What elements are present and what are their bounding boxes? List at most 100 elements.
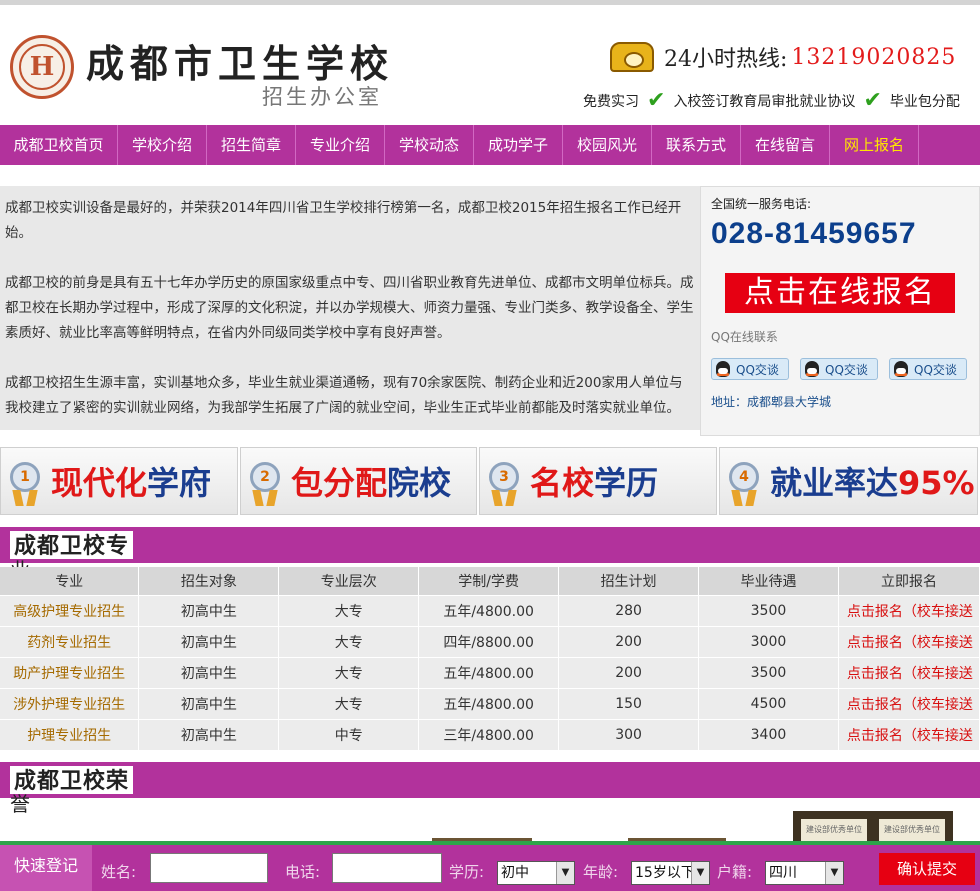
nav-item-alumni[interactable]: 成功学子 (474, 125, 563, 165)
name-input[interactable] (150, 853, 268, 883)
table-cell: 280 (558, 594, 700, 626)
qq-contact-label: QQ在线联系 (711, 330, 778, 344)
table-cell: 3500 (698, 656, 839, 688)
chevron-down-icon: ▼ (825, 862, 843, 884)
qq-chat-button[interactable]: QQ交谈 (800, 358, 878, 380)
table-cell: 五年/4800.00 (418, 687, 560, 719)
column-header: 专业层次 (278, 567, 420, 595)
origin-label: 户籍: (717, 863, 753, 881)
qq-chat-label: QQ交谈 (736, 362, 779, 377)
feature-banners: 1 现代化学府 2 包分配院校 3 名校学历 4 就业率达95% (0, 447, 980, 515)
check-icon: ✔ (863, 88, 882, 113)
column-header: 毕业待遇 (698, 567, 839, 595)
service-phone-label: 全国统一服务电话: (711, 197, 812, 211)
feature-list: 免费实习 ✔ 入校签订教育局审批就业协议 ✔ 毕业包分配 (583, 88, 960, 113)
nav-item-campus[interactable]: 校园风光 (563, 125, 652, 165)
header: H 成都市卫生学校 招生办公室 24小时热线: 13219020825 免费实习… (0, 5, 980, 125)
table-row: 高级护理专业招生 初高中生 大专 五年/4800.00 280 3500 点击报… (0, 594, 980, 626)
phone-input[interactable] (332, 853, 442, 883)
table-cell: 中专 (278, 718, 420, 750)
signup-link[interactable]: 点击报名（校车接送 (838, 594, 980, 626)
submit-button[interactable]: 确认提交 (879, 853, 975, 885)
table-cell: 200 (558, 656, 700, 688)
signup-link[interactable]: 点击报名（校车接送 (838, 625, 980, 657)
nav-item-home[interactable]: 成都卫校首页 (0, 125, 118, 165)
qq-chat-label: QQ交谈 (825, 362, 868, 377)
column-header: 专业 (0, 567, 140, 595)
signup-link[interactable]: 点击报名（校车接送 (838, 687, 980, 719)
table-cell: 大专 (278, 656, 420, 688)
table-row: 护理专业招生 初高中生 中专 三年/4800.00 300 3400 点击报名（… (0, 718, 980, 750)
major-link[interactable]: 药剂专业招生 (0, 625, 140, 657)
banner-text: 包分配院校 (291, 464, 452, 502)
nav-item-online-signup[interactable]: 网上报名 (830, 125, 919, 165)
banner-text: 就业率达95% (770, 464, 975, 502)
nav-item-majors[interactable]: 专业介绍 (296, 125, 385, 165)
age-value: 15岁以下 (635, 865, 695, 881)
signup-link[interactable]: 点击报名（校车接送 (838, 656, 980, 688)
table-header-row: 专业 招生对象 专业层次 学制/学费 招生计划 毕业待遇 立即报名 (0, 567, 980, 595)
table-cell: 初高中生 (138, 656, 280, 688)
nav-item-news[interactable]: 学校动态 (385, 125, 474, 165)
feature-banner: 3 名校学历 (479, 447, 717, 515)
age-label: 年龄: (583, 863, 619, 881)
nav-item-admissions[interactable]: 招生简章 (207, 125, 296, 165)
table-cell: 300 (558, 718, 700, 750)
major-link[interactable]: 高级护理专业招生 (0, 594, 140, 626)
banner-text: 现代化学府 (51, 464, 212, 502)
table-cell: 四年/8800.00 (418, 625, 560, 657)
school-logo[interactable]: H (10, 35, 74, 99)
medal-icon: 3 (486, 456, 522, 506)
major-link[interactable]: 助产护理专业招生 (0, 656, 140, 688)
table-cell: 3500 (698, 594, 839, 626)
table-cell: 大专 (278, 594, 420, 626)
table-cell: 150 (558, 687, 700, 719)
service-phone: 028-81459657 (711, 217, 917, 250)
name-label: 姓名: (101, 863, 137, 881)
feature-banner: 2 包分配院校 (240, 447, 477, 515)
table-cell: 三年/4800.00 (418, 718, 560, 750)
education-select[interactable]: 初中 ▼ (497, 861, 575, 885)
intro-paragraph: 成都卫校的前身是具有五十七年办学历史的原国家级重点中专、四川省职业教育先进单位、… (5, 275, 694, 341)
table-cell: 初高中生 (138, 718, 280, 750)
qq-penguin-icon (894, 361, 908, 377)
nav-item-contact[interactable]: 联系方式 (652, 125, 741, 165)
hotline-label: 24小时热线: (664, 47, 788, 72)
qq-penguin-icon (805, 361, 819, 377)
column-header: 招生计划 (558, 567, 700, 595)
chevron-down-icon: ▼ (556, 862, 574, 884)
honor-title-overflow: 誉 (10, 792, 30, 816)
certificate-card: 建设部优秀单位 (879, 819, 945, 841)
table-cell: 初高中生 (138, 687, 280, 719)
phone-label: 电话: (285, 863, 321, 881)
contact-sidebar: 全国统一服务电话: 028-81459657 点击在线报名 QQ在线联系 QQ交… (700, 186, 980, 436)
table-row: 药剂专业招生 初高中生 大专 四年/8800.00 200 3000 点击报名（… (0, 625, 980, 657)
site-subtitle: 招生办公室 (262, 85, 382, 109)
qq-penguin-icon (716, 361, 730, 377)
quick-register-title: 快速登记 (0, 845, 92, 891)
majors-section-bar: 成都卫校专 (0, 527, 980, 563)
table-cell: 五年/4800.00 (418, 594, 560, 626)
table-cell: 初高中生 (138, 594, 280, 626)
major-link[interactable]: 护理专业招生 (0, 718, 140, 750)
online-signup-button[interactable]: 点击在线报名 (725, 273, 955, 313)
qq-chat-button[interactable]: QQ交谈 (711, 358, 789, 380)
nav-item-about[interactable]: 学校介绍 (118, 125, 207, 165)
feature-item: 入校签订教育局审批就业协议 (673, 94, 856, 110)
intro-paragraph: 成都卫校实训设备是最好的，并荣获2014年四川省卫生学校排行榜第一名，成都卫校2… (5, 200, 682, 241)
main-nav: 成都卫校首页 学校介绍 招生简章 专业介绍 学校动态 成功学子 校园风光 联系方… (0, 125, 980, 165)
table-cell: 3000 (698, 625, 839, 657)
table-row: 涉外护理专业招生 初高中生 大专 五年/4800.00 150 4500 点击报… (0, 687, 980, 719)
intro-text: 成都卫校实训设备是最好的，并荣获2014年四川省卫生学校排行榜第一名，成都卫校2… (0, 186, 700, 430)
origin-select[interactable]: 四川 ▼ (765, 861, 844, 885)
medal-icon: 4 (726, 456, 762, 506)
majors-table: 专业 招生对象 专业层次 学制/学费 招生计划 毕业待遇 立即报名 高级护理专业… (0, 567, 980, 750)
origin-value: 四川 (769, 865, 797, 881)
age-select[interactable]: 15岁以下 ▼ (631, 861, 710, 885)
major-link[interactable]: 涉外护理专业招生 (0, 687, 140, 719)
qq-chat-button[interactable]: QQ交谈 (889, 358, 967, 380)
nav-item-message[interactable]: 在线留言 (741, 125, 830, 165)
table-cell: 200 (558, 625, 700, 657)
signup-link[interactable]: 点击报名（校车接送 (838, 718, 980, 750)
certificate-card: 建设部优秀单位 (801, 819, 867, 841)
